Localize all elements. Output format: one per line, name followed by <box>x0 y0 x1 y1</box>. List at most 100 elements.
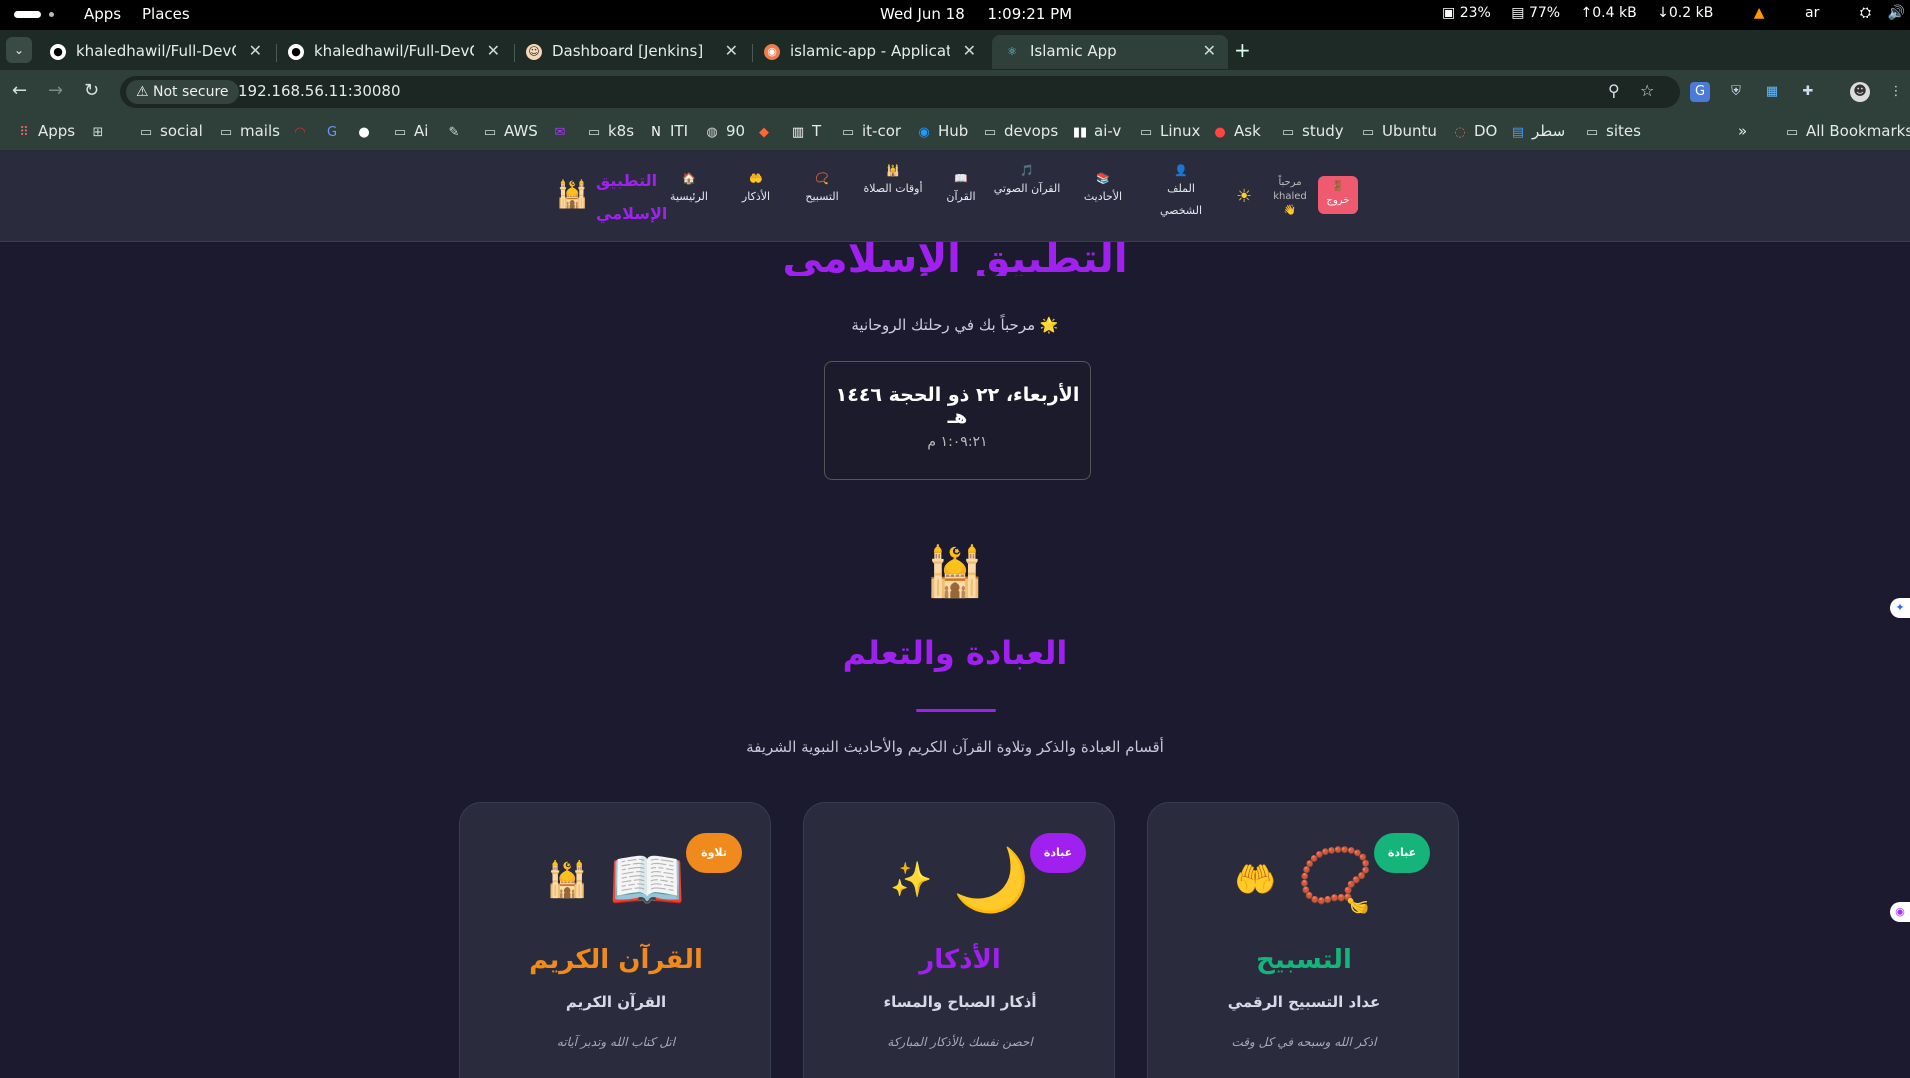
assistant-side-bubble-icon[interactable]: ◉ <box>1890 902 1910 922</box>
close-icon[interactable]: ✕ <box>963 41 976 60</box>
site-info-chip[interactable]: ⚠ Not secure <box>126 80 239 104</box>
translate-extension-icon[interactable]: G <box>1690 82 1710 102</box>
bookmark-do[interactable]: ◌ DO <box>1452 122 1497 140</box>
nav-azkar[interactable]: 🤲 الأذكار <box>721 172 791 208</box>
close-icon[interactable]: ✕ <box>249 41 262 60</box>
clock[interactable]: Wed Jun 18 1:09:21 PM <box>880 5 1180 23</box>
upload-rate: 0.4 kB <box>1592 5 1637 21</box>
bookmark-folder-aws[interactable]: ▭ AWS <box>482 122 538 140</box>
logout-button[interactable]: 🚪 خروج <box>1318 176 1358 214</box>
reload-icon[interactable]: ↻ <box>84 80 99 101</box>
card-hint: اتل كتاب الله وتدبر آياته <box>556 1035 676 1049</box>
card-title: التسبيح <box>1256 945 1352 975</box>
close-icon[interactable]: ✕ <box>1203 41 1216 60</box>
bookmark-folder-ai[interactable]: ▭ Ai <box>392 122 429 140</box>
nav-tasbih[interactable]: 📿 التسبيح <box>787 172 857 208</box>
bookmark-github-icon[interactable]: ● <box>356 122 378 140</box>
shield-extension-icon[interactable]: ⛨ <box>1726 82 1746 102</box>
tab-jenkins[interactable]: ☺ Dashboard [Jenkins] ✕ <box>514 35 750 69</box>
ask-icon: ● <box>1214 125 1226 140</box>
bookmark-folder-linux[interactable]: ▭ Linux <box>1138 122 1201 140</box>
card-quran[interactable]: تلاوة 🕌 📖 القرآن الكريم القرآن الكريم اتل… <box>459 802 771 1078</box>
bookmark-folder-mails[interactable]: ▭ mails <box>218 122 280 140</box>
bookmark-satr[interactable]: ▤ سطر <box>1510 122 1565 140</box>
media-extension-icon[interactable]: ▦ <box>1762 82 1782 102</box>
section-divider <box>916 709 996 712</box>
bookmark-hub[interactable]: ◉ Hub <box>916 122 968 140</box>
app-brand[interactable]: التطبيق الإسلامي <box>596 164 667 230</box>
bookmarks-overflow-chevron-icon[interactable]: » <box>1738 122 1747 140</box>
back-arrow-icon[interactable]: ← <box>12 80 27 101</box>
workspace-indicator[interactable] <box>14 11 54 19</box>
bookmark-folder-social[interactable]: ▭ social <box>138 122 203 140</box>
vlc-icon[interactable]: ▲ <box>1754 5 1765 21</box>
folder-icon: ▭ <box>139 125 153 140</box>
volume-icon[interactable]: 🔊 <box>1887 5 1904 21</box>
nav-audio-quran[interactable]: 🎵 القرآن الصوتي <box>992 164 1062 200</box>
download-icon: ↓ <box>1657 5 1669 21</box>
tab-github-2[interactable]: ● khaledhawil/Full-DevOps ✕ <box>276 35 512 69</box>
address-bar[interactable]: ⚠ Not secure 192.168.56.11:30080 ⚲ ☆ <box>120 76 1680 108</box>
extensions-puzzle-icon[interactable]: ✚ <box>1798 82 1818 102</box>
profile-avatar-icon[interactable]: ☻ <box>1850 82 1870 102</box>
bookmark-iti[interactable]: N ITI <box>648 122 688 140</box>
folder-icon: ▭ <box>983 125 997 140</box>
bookmark-ai-v[interactable]: ▮▮ ai-v <box>1072 122 1121 140</box>
network-icon[interactable]: ⛭ <box>1860 5 1871 21</box>
keyboard-layout[interactable]: ar <box>1805 5 1819 21</box>
forward-arrow-icon[interactable]: → <box>48 80 63 101</box>
places-menu[interactable]: Places <box>142 5 190 23</box>
tab-islamic-app[interactable]: ⚛ Islamic App ✕ <box>992 35 1228 69</box>
bookmark-folder-ubuntu[interactable]: ▭ Ubuntu <box>1360 122 1437 140</box>
upload-icon: ↑ <box>1580 5 1593 21</box>
tab-search-chevron-icon[interactable]: ⌄ <box>6 37 32 63</box>
bookmark-folder-sites[interactable]: ▭ sites <box>1584 122 1641 140</box>
bookmark-folder-study[interactable]: ▭ study <box>1280 122 1344 140</box>
zoom-icon[interactable]: ⚲ <box>1608 81 1620 100</box>
nav-prayer-times[interactable]: 🕌 أوقات الصلاة <box>858 164 928 200</box>
bookmark-90[interactable]: ◍ 90 <box>704 122 745 140</box>
card-azkar[interactable]: عبادة ✨ 🌙 الأذكار أذكار الصباح والمساء اح… <box>803 802 1115 1078</box>
new-tab-plus-icon[interactable]: + <box>1234 38 1251 62</box>
browser-toolbar: ← → ↻ ⚠ Not secure 192.168.56.11:30080 ⚲… <box>0 70 1910 114</box>
do-icon: ◌ <box>1454 125 1466 140</box>
url-text[interactable]: 192.168.56.11:30080 <box>238 82 401 100</box>
bookmark-red-icon[interactable]: ◠ <box>292 122 314 140</box>
nav-profile[interactable]: 👤 الملف الشخصي <box>1146 164 1216 222</box>
theme-toggle-sun-icon[interactable]: ☀ <box>1236 186 1252 207</box>
card-hint: اذكر الله وسبحه في كل وقت <box>1231 1035 1377 1049</box>
apps-menu[interactable]: Apps <box>84 5 121 23</box>
close-icon[interactable]: ✕ <box>487 41 500 60</box>
extension-side-bubble-icon[interactable]: ✦ <box>1890 598 1910 618</box>
beads-icon: 📿 <box>815 172 829 185</box>
mosque-icon: 🕌 <box>886 164 900 177</box>
hijri-date: الأربعاء، ٢٢ ذو الحجة ١٤٤٦ هـ <box>835 384 1080 428</box>
tab-github-1[interactable]: ● khaledhawil/Full-DevOps ✕ <box>38 35 274 69</box>
star-icon[interactable]: ☆ <box>1640 81 1654 100</box>
menu-kebab-icon[interactable]: ⋮ <box>1886 82 1906 102</box>
bookmark-folder-k8s[interactable]: ▭ k8s <box>586 122 634 140</box>
tab-groups-icon[interactable]: ⊞ <box>90 122 112 140</box>
section-description: أقسام العبادة والذكر وتلاوة القرآن الكري… <box>746 738 1164 756</box>
bookmark-translate-icon[interactable]: G <box>324 122 346 140</box>
bookmark-gitlab-icon[interactable]: ◆ <box>756 122 778 140</box>
bookmark-folder-devops[interactable]: ▭ devops <box>982 122 1058 140</box>
bookmark-ask[interactable]: ● Ask <box>1212 122 1260 140</box>
nav-hadith[interactable]: 📚 الأحاديث <box>1068 172 1138 208</box>
tab-title: khaledhawil/Full-DevOps <box>76 42 236 60</box>
bookmark-trello[interactable]: ▥ T <box>790 122 821 140</box>
books-icon: 📚 <box>1096 172 1110 185</box>
section-title: العبادة والتعلم <box>842 634 1068 672</box>
bookmark-apps[interactable]: ⠿ Apps <box>16 122 75 140</box>
bookmark-purple-icon[interactable]: ✉ <box>552 122 574 140</box>
nav-quran[interactable]: 📖 القرآن <box>926 172 996 208</box>
all-bookmarks[interactable]: ▭ All Bookmarks <box>1784 122 1910 140</box>
tab-title: islamic-app - Application <box>790 42 950 60</box>
bookmark-leaf-icon[interactable]: ✎ <box>446 122 468 140</box>
nav-home[interactable]: 🏠 الرئيسية <box>654 172 724 208</box>
tab-argocd[interactable]: ◉ islamic-app - Application ✕ <box>752 35 988 69</box>
system-tray: ▣ 23% ▤ 77% ↑0.4 kB ↓0.2 kB ▲ ar ⛭ 🔊 ⏻ <box>1442 5 1910 21</box>
close-icon[interactable]: ✕ <box>725 41 738 60</box>
card-tasbih[interactable]: عبادة 🤲 📿 التسبيح عداد التسبيح الرقمي اذك… <box>1147 802 1459 1078</box>
bookmark-folder-it-cor[interactable]: ▭ it-cor <box>840 122 901 140</box>
